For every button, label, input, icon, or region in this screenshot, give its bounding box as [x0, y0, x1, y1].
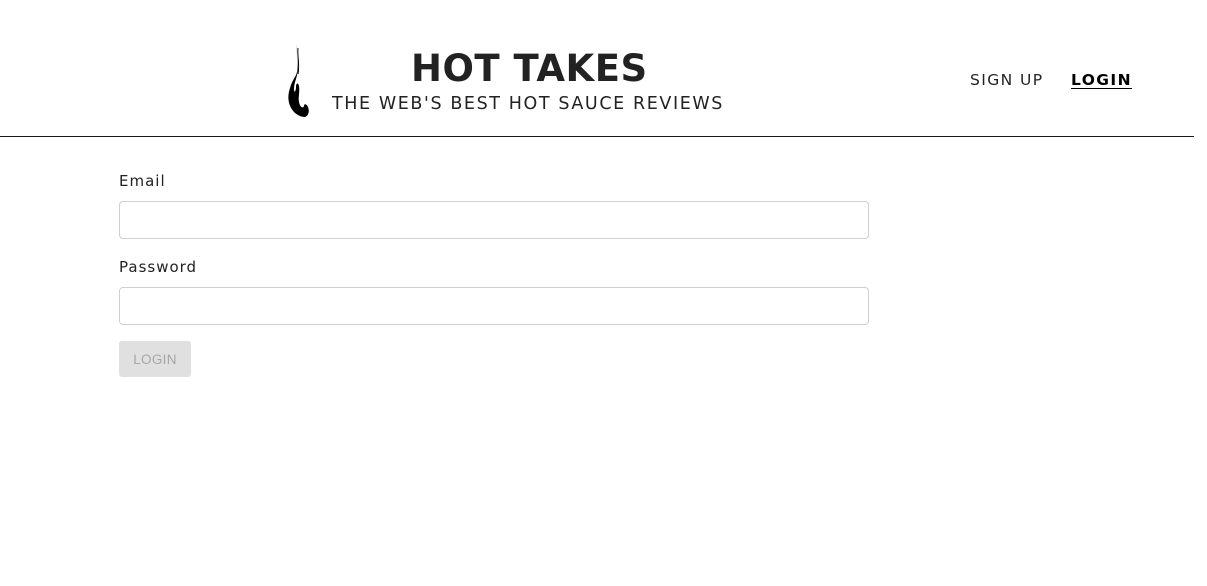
login-link[interactable]: LOGIN — [1071, 70, 1132, 90]
site-title: HOT TAKES — [411, 47, 648, 90]
password-label: Password — [119, 258, 198, 276]
email-label: Email — [119, 172, 166, 190]
email-field[interactable] — [119, 201, 869, 239]
site-tagline: THE WEB'S BEST HOT SAUCE REVIEWS — [332, 94, 724, 114]
signup-link[interactable]: SIGN UP — [970, 70, 1043, 90]
login-button[interactable]: LOGIN — [119, 341, 191, 377]
flame-icon — [288, 44, 309, 117]
site-header: HOT TAKES THE WEB'S BEST HOT SAUCE REVIE… — [0, 0, 1194, 137]
password-field[interactable] — [119, 287, 869, 325]
